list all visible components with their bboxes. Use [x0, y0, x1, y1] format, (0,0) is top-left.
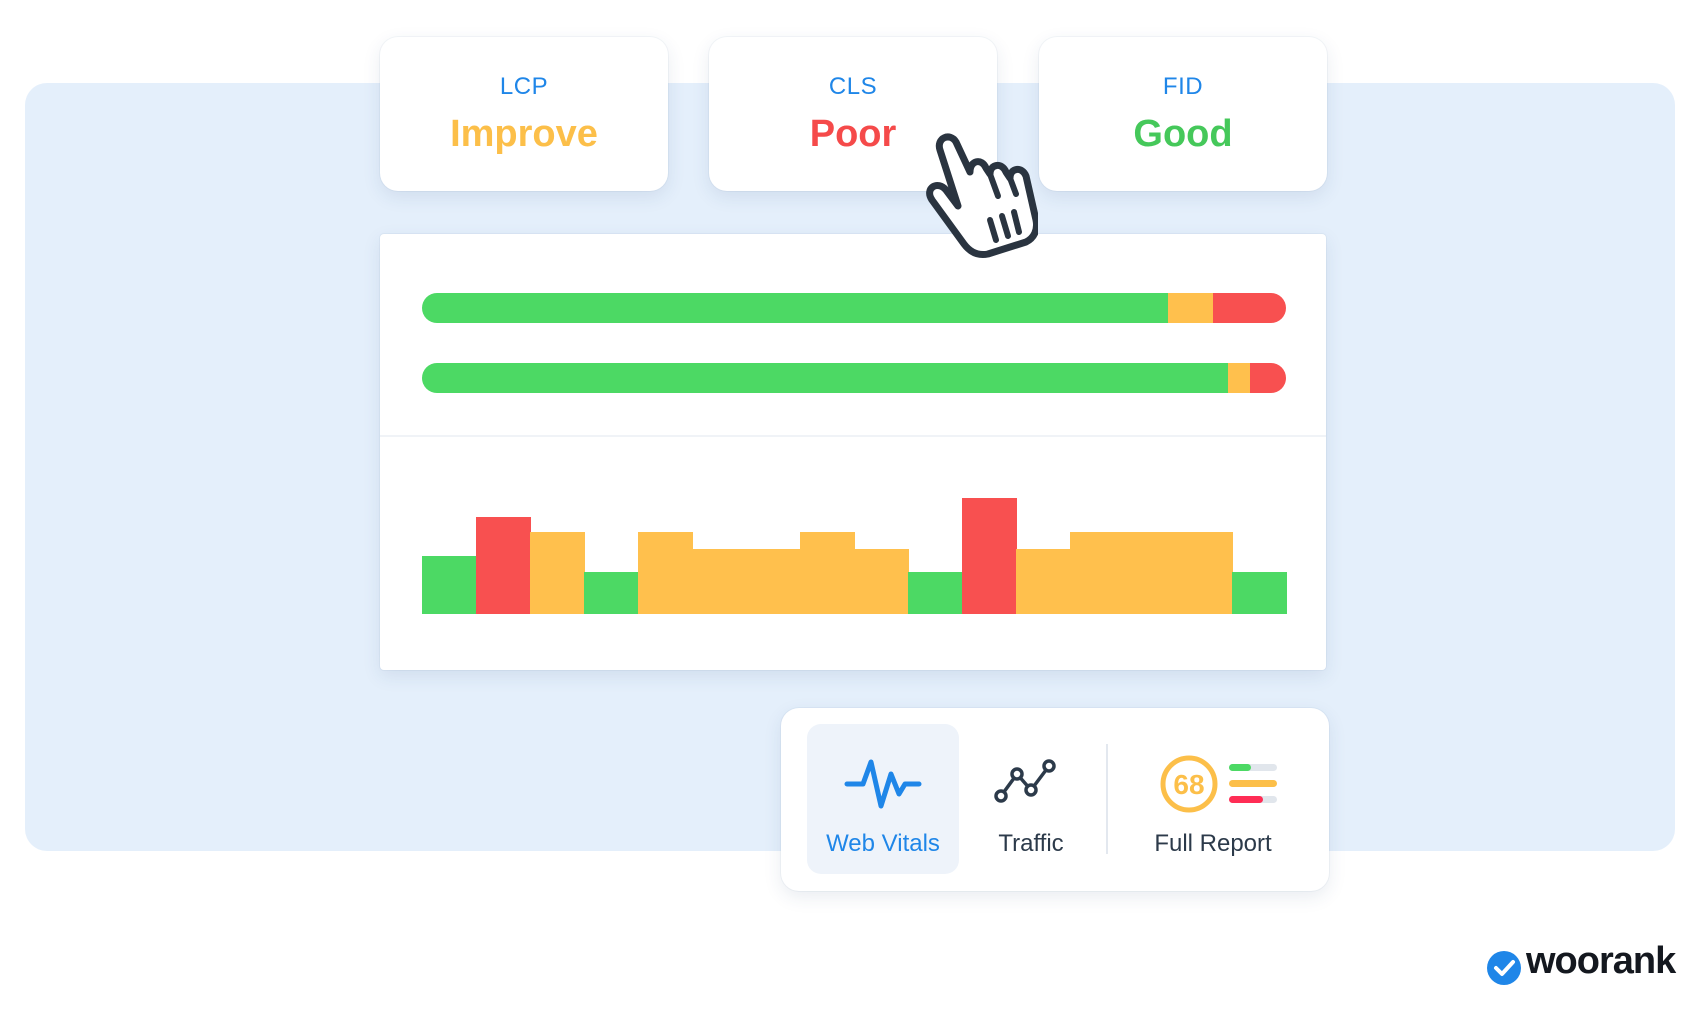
histogram-bar	[1016, 549, 1071, 614]
histogram-bar	[1178, 532, 1233, 614]
histogram	[422, 484, 1287, 614]
panel-divider	[380, 435, 1326, 437]
bar-segment-poor	[1212, 293, 1286, 323]
distribution-bar	[422, 363, 1286, 393]
histogram-bar	[584, 572, 639, 614]
nav-divider	[1106, 744, 1108, 854]
metric-status: Improve	[450, 113, 598, 155]
nav-item-full-report[interactable]: 68 Full Report	[1115, 724, 1311, 874]
distribution-bar	[422, 293, 1286, 323]
report-nav: Web Vitals Traffic 68 Full Report	[781, 708, 1329, 891]
nav-label: Full Report	[1154, 830, 1272, 857]
histogram-bar	[476, 516, 531, 614]
histogram-bar	[530, 532, 585, 614]
histogram-bar	[908, 572, 963, 614]
bar-segment-improve	[1228, 363, 1250, 393]
histogram-bar	[800, 532, 855, 614]
metric-name: CLS	[828, 73, 878, 100]
bar-segment-poor	[1249, 363, 1286, 393]
histogram-bar	[422, 555, 477, 614]
bar-segment-good	[422, 363, 1229, 393]
metric-name: LCP	[499, 73, 549, 100]
hand-pointer-icon	[898, 128, 1040, 278]
score-value: 68	[1173, 769, 1204, 800]
histogram-bar	[746, 549, 801, 614]
histogram-bar	[692, 549, 747, 614]
line-graph-icon	[961, 750, 1101, 814]
histogram-bar	[1070, 532, 1125, 614]
vitals-chart-panel	[380, 234, 1326, 670]
pulse-icon	[807, 750, 959, 814]
histogram-bar	[854, 549, 909, 614]
histogram-bar	[1232, 572, 1287, 614]
nav-label: Web Vitals	[826, 830, 940, 857]
bar-segment-improve	[1168, 293, 1213, 323]
nav-item-traffic[interactable]: Traffic	[961, 724, 1101, 874]
metric-name: FID	[1162, 73, 1204, 100]
bar-segment-good	[422, 293, 1169, 323]
nav-item-web-vitals[interactable]: Web Vitals	[807, 724, 959, 874]
score-report-icon: 68	[1115, 750, 1311, 814]
metric-card-lcp[interactable]: LCP Improve	[380, 37, 668, 191]
brand-name: woorank	[1526, 940, 1676, 982]
histogram-bar	[638, 532, 693, 614]
metric-status: Good	[1133, 113, 1233, 155]
checkmark-badge-icon	[1486, 950, 1522, 986]
histogram-bar	[962, 498, 1017, 614]
histogram-bar	[1124, 532, 1179, 614]
metric-card-fid[interactable]: FID Good	[1039, 37, 1327, 191]
nav-label: Traffic	[998, 830, 1064, 857]
